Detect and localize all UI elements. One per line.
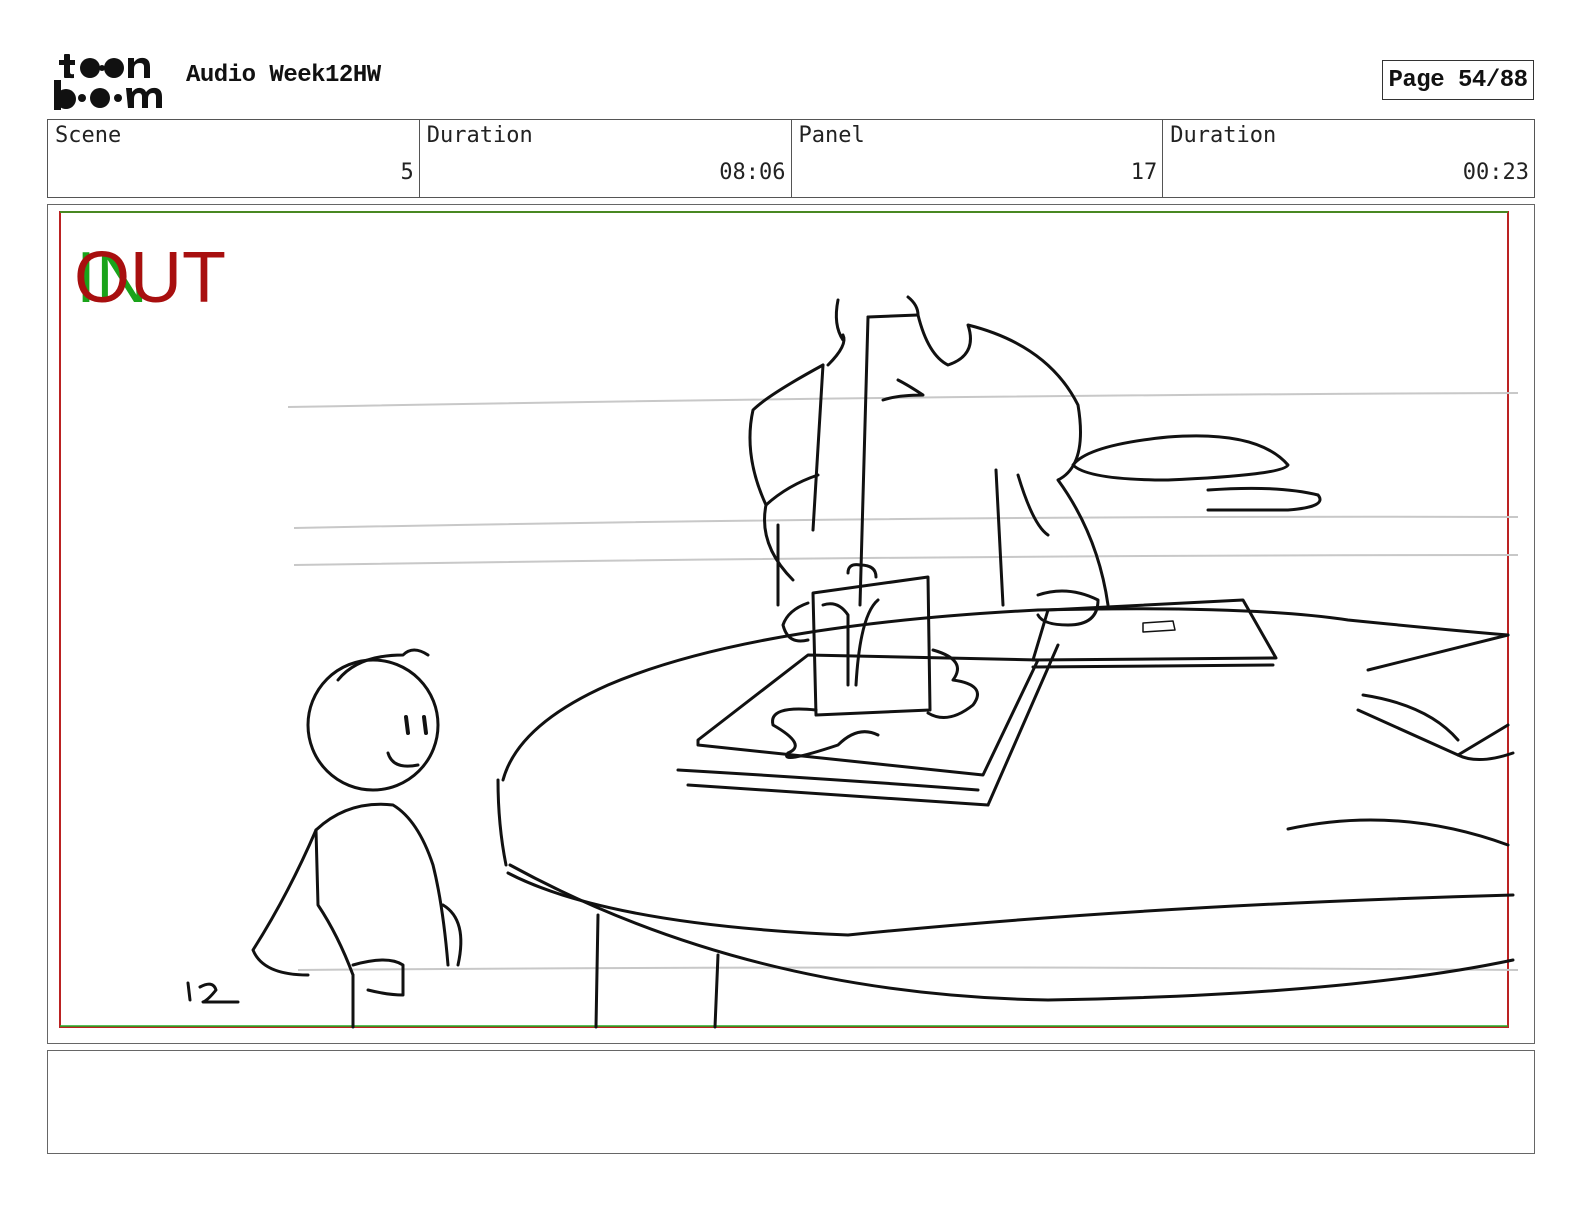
panel-value: 17: [1130, 160, 1158, 185]
sketch-number: 12: [48, 205, 50, 206]
panel-duration-value: 00:23: [1462, 160, 1529, 185]
page-number: Page 54/88: [1382, 60, 1534, 100]
scene-duration-value: 08:06: [719, 160, 786, 185]
panel-duration-cell: Duration 00:23: [1163, 120, 1534, 197]
toonboom-logo-icon: [54, 54, 162, 110]
panel-cell: Panel 17: [792, 120, 1164, 197]
panel-caption-box[interactable]: [47, 1050, 1535, 1154]
panel-duration-label: Duration: [1170, 123, 1277, 148]
scene-cell: Scene 5: [48, 120, 420, 197]
panel-sketch: IN OUT 12: [48, 205, 1519, 1029]
out-marker: OUT: [74, 238, 226, 318]
scene-duration-cell: Duration 08:06: [420, 120, 792, 197]
storyboard-panel: IN OUT 12: [47, 204, 1535, 1044]
scene-value: 5: [400, 160, 414, 185]
panel-label: Panel: [798, 123, 865, 148]
scene-label: Scene: [55, 123, 122, 148]
scene-duration-label: Duration: [426, 123, 533, 148]
document-title: Audio Week12HW: [186, 62, 381, 89]
scene-info-row: Scene 5 Duration 08:06 Panel 17 Duration…: [47, 119, 1535, 198]
